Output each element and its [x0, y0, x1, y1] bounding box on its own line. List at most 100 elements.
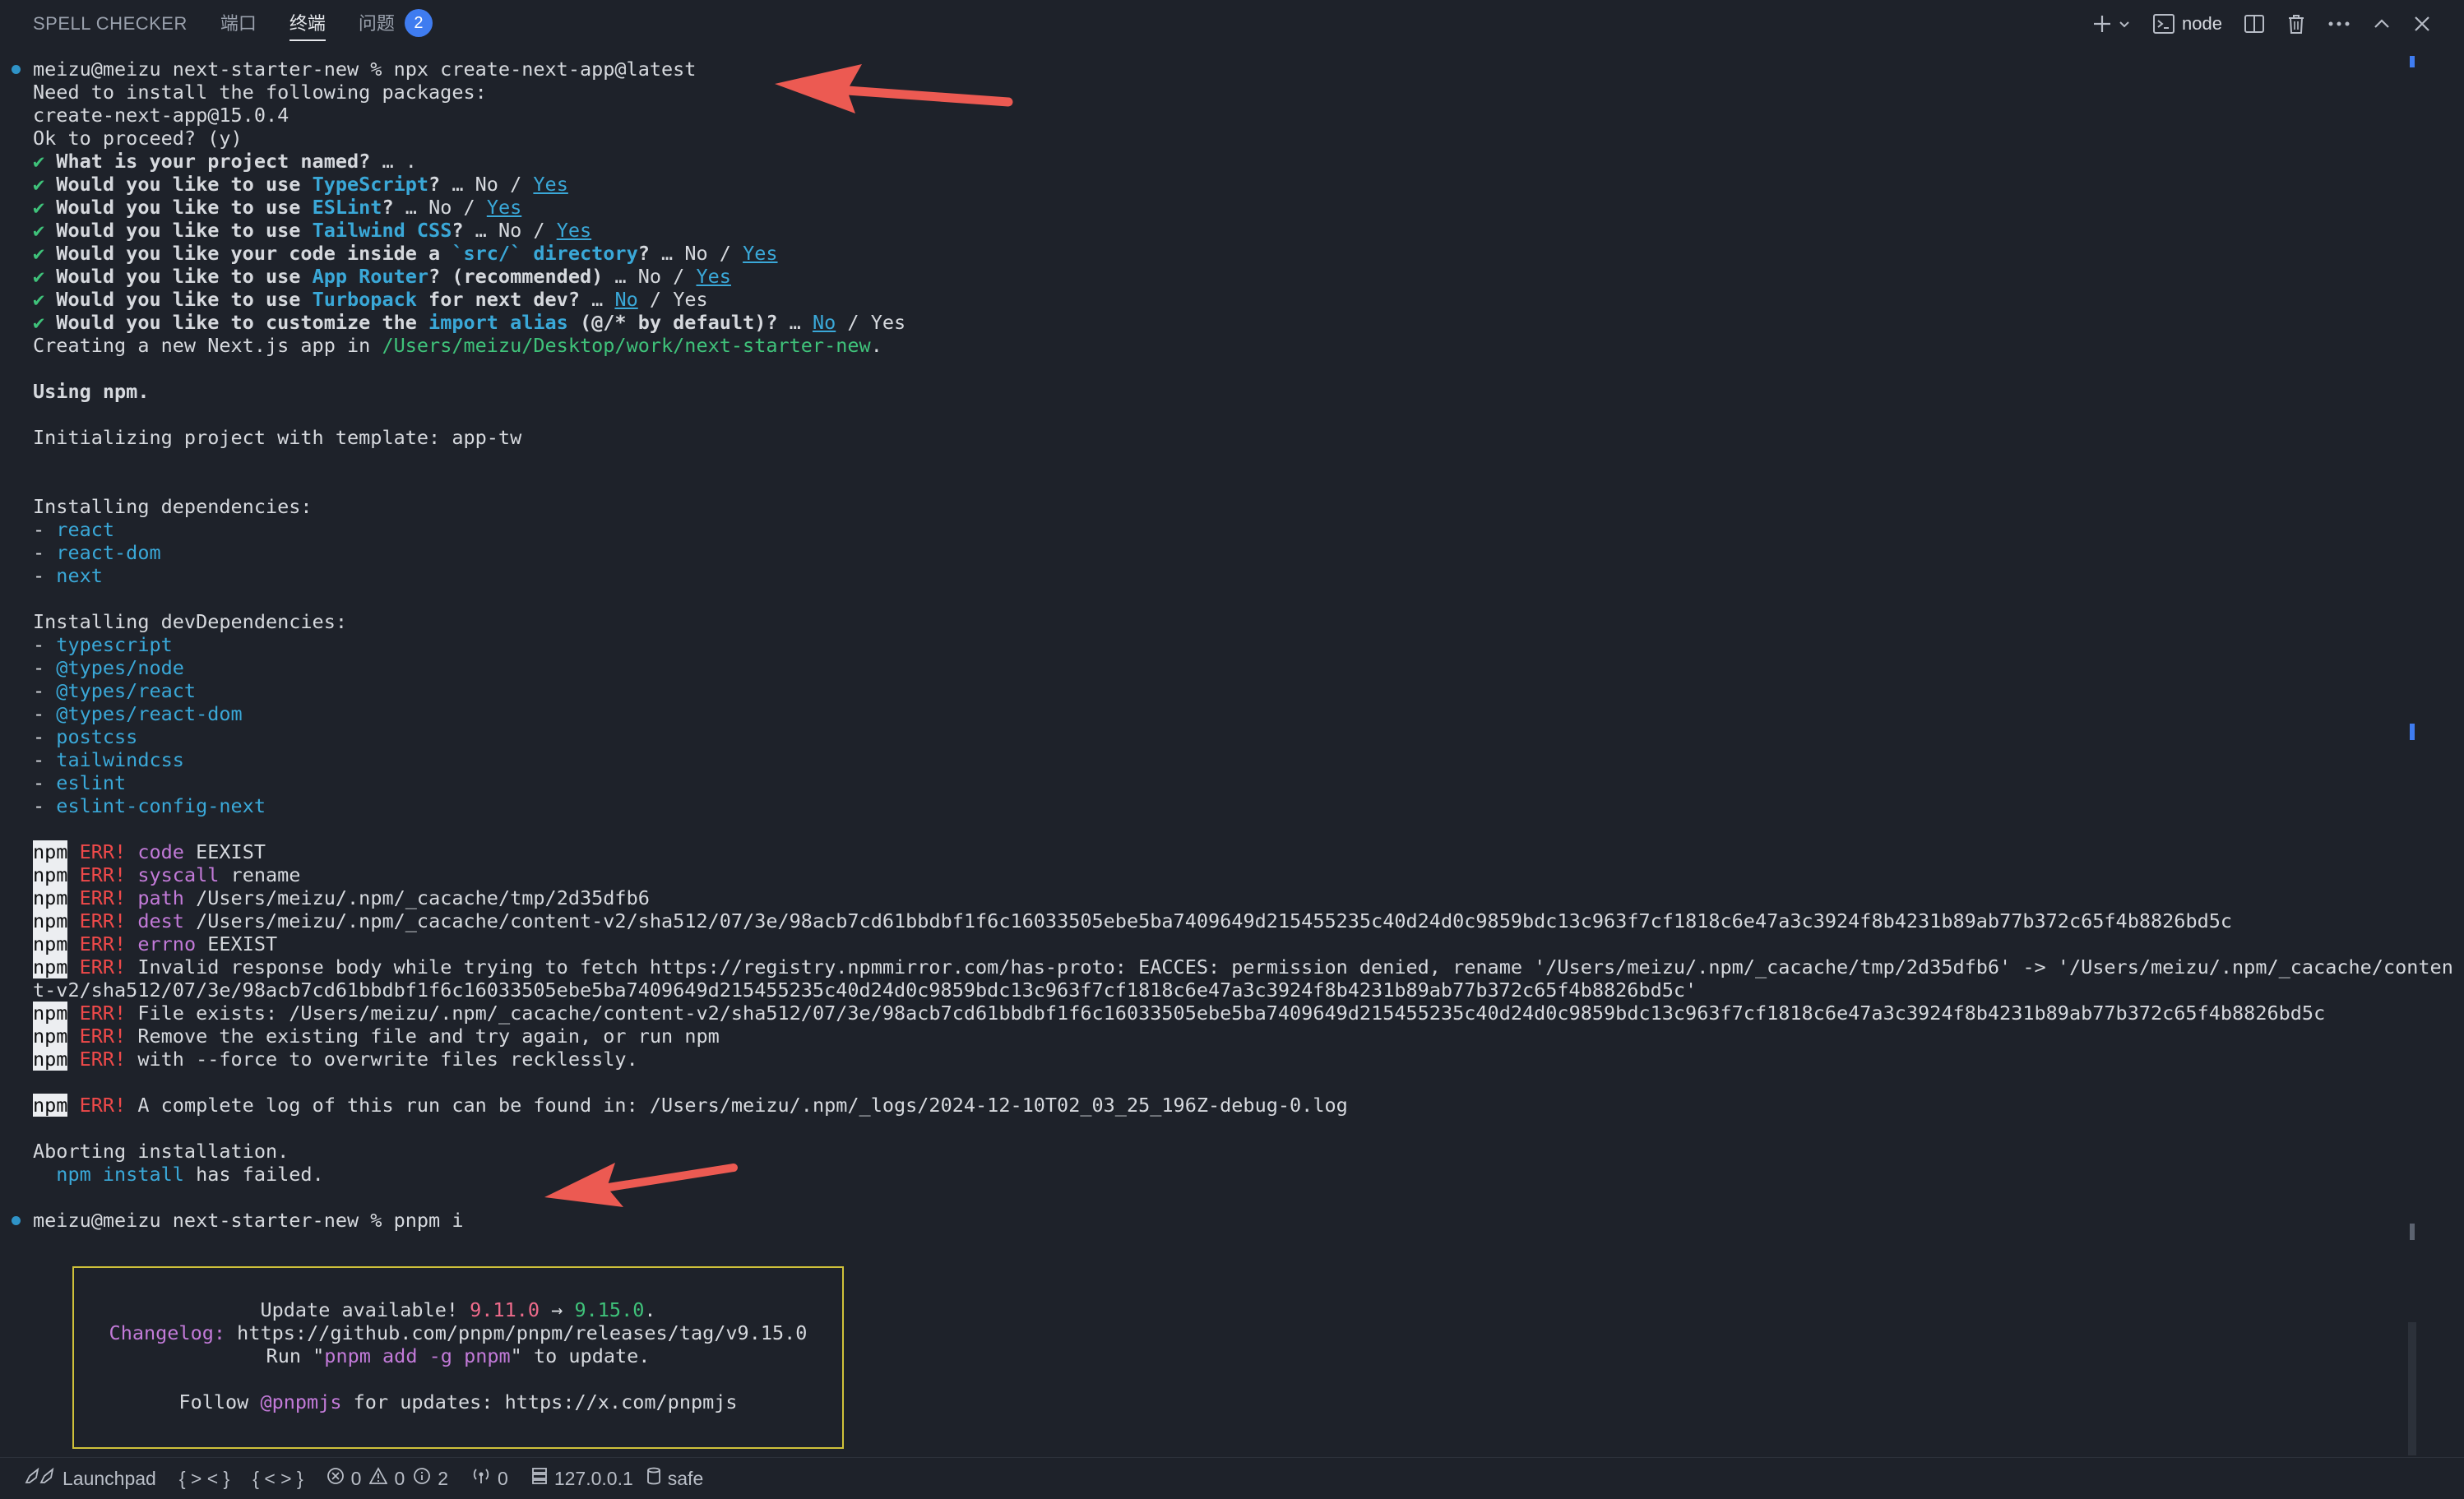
- host-address: 127.0.0.1: [553, 1467, 633, 1489]
- server-icon: [531, 1467, 548, 1490]
- tab-terminal[interactable]: 终端: [289, 0, 326, 48]
- error-icon: [327, 1467, 345, 1490]
- npm-error-line: npm ERR! Remove the existing file and tr…: [33, 1025, 720, 1048]
- braces-label: { > < }: [178, 1467, 230, 1489]
- terminal-line: create-next-app@15.0.4: [33, 104, 289, 127]
- chevron-down-icon[interactable]: [2118, 17, 2131, 30]
- changelog-line: Changelog: https://github.com/pnpm/pnpm/…: [109, 1321, 808, 1344]
- tab-spell-checker[interactable]: SPELL CHECKER: [33, 0, 188, 48]
- npm-error-line: t-v2/sha512/07/3e/98acb7cd61bbdbf1f6c160…: [33, 979, 1697, 1002]
- problems-item[interactable]: 0 0 2: [327, 1467, 448, 1490]
- tab-problems[interactable]: 问题 2: [359, 0, 433, 48]
- scrollbar-marker: [2410, 56, 2415, 67]
- braces-label: { < > }: [252, 1467, 303, 1489]
- tab-problems-label: 问题: [358, 13, 395, 34]
- npm-error-line: npm ERR! Invalid response body while try…: [33, 955, 2453, 979]
- terminal-icon: [2152, 13, 2175, 35]
- close-panel-button[interactable]: [2413, 15, 2431, 33]
- ports-count: 0: [498, 1467, 508, 1489]
- safe-label: safe: [667, 1467, 704, 1489]
- npm-error-line: npm ERR! with --force to overwrite files…: [33, 1048, 638, 1071]
- pnpm-update-box: Update available! 9.11.0 → 9.15.0. Chang…: [72, 1266, 844, 1449]
- status-bar: Launchpad { > < } { < > } 0 0 2 0 127.0.…: [0, 1457, 2464, 1499]
- terminal-name: node: [2182, 13, 2222, 34]
- terminal-scrollbar-track[interactable]: [2408, 1322, 2416, 1455]
- maximize-panel-button[interactable]: [2372, 14, 2392, 34]
- terminal-command-line: meizu@meizu next-starter-new % npx creat…: [33, 58, 697, 81]
- npm-error-line: npm ERR! File exists: /Users/meizu/.npm/…: [33, 1002, 2326, 1025]
- braces-item[interactable]: { < > }: [252, 1468, 303, 1490]
- npm-error-line: npm ERR! code EEXIST: [33, 840, 266, 863]
- npm-error-line: npm ERR! syscall rename: [33, 863, 301, 886]
- dependency-item: - next: [33, 564, 103, 587]
- terminal-selector[interactable]: node: [2152, 0, 2222, 48]
- close-icon: [2413, 15, 2431, 33]
- safe-item[interactable]: safe: [646, 1467, 703, 1490]
- npm-error-line: npm ERR! path /Users/meizu/.npm/_cacache…: [33, 886, 650, 909]
- launchpad-label: Launchpad: [63, 1467, 156, 1489]
- split-icon: [2244, 13, 2265, 35]
- terminal-line: npm install has failed.: [56, 1163, 324, 1186]
- terminal-command-line: meizu@meizu next-starter-new % pnpm i: [33, 1209, 464, 1232]
- update-command-line: Run "pnpm add -g pnpm" to update.: [266, 1344, 651, 1367]
- terminal-line: Initializing project with template: app-…: [33, 426, 522, 449]
- terminal-line: Using npm.: [33, 380, 150, 403]
- npm-error-line: npm ERR! dest /Users/meizu/.npm/_cacache…: [33, 909, 2233, 932]
- dependency-item: - react: [33, 518, 115, 541]
- terminal-line: Creating a new Next.js app in /Users/mei…: [33, 334, 882, 357]
- trash-icon: [2286, 13, 2306, 35]
- database-icon: [646, 1467, 661, 1490]
- dependency-item: - @types/react: [33, 679, 197, 702]
- terminal-line: Installing dependencies:: [33, 495, 313, 518]
- prompt-answer-line: ✔ Would you like to use ESLint? … No / Y…: [33, 196, 522, 219]
- prompt-answer-line: ✔ What is your project named? … .: [33, 150, 417, 173]
- warning-icon: [368, 1467, 388, 1490]
- scrollbar-marker: [2410, 724, 2415, 740]
- prompt-answer-line: ✔ Would you like to use Turbopack for ne…: [33, 288, 708, 311]
- terminal-line: Ok to proceed? (y): [33, 127, 243, 150]
- command-decoration-dot[interactable]: [12, 65, 21, 74]
- dependency-item: - eslint-config-next: [33, 794, 266, 817]
- dependency-item: - typescript: [33, 633, 173, 656]
- error-count: 0: [350, 1467, 362, 1489]
- follow-line: Follow @pnpmjs for updates: https://x.co…: [178, 1390, 738, 1413]
- panel-header: SPELL CHECKER 端口 终端 问题 2 node: [0, 0, 2464, 48]
- info-icon: [413, 1467, 431, 1490]
- chevron-up-icon: [2372, 14, 2392, 34]
- braces-item[interactable]: { > < }: [179, 1468, 229, 1490]
- terminal-line: Need to install the following packages:: [33, 81, 487, 104]
- dependency-item: - @types/node: [33, 656, 184, 679]
- rocket-icon: [23, 1466, 56, 1491]
- dependency-item: - react-dom: [33, 541, 161, 564]
- update-available-line: Update available! 9.11.0 → 9.15.0.: [260, 1298, 656, 1321]
- prompt-answer-line: ✔ Would you like to use Tailwind CSS? … …: [33, 219, 592, 242]
- panel-actions: node: [2091, 0, 2431, 48]
- problems-count-badge: 2: [404, 9, 433, 38]
- tab-ports[interactable]: 端口: [220, 0, 257, 48]
- launchpad-item[interactable]: Launchpad: [23, 1466, 156, 1491]
- dependency-item: - postcss: [33, 725, 138, 748]
- dependency-item: - @types/react-dom: [33, 702, 243, 725]
- scrollbar-marker: [2410, 1224, 2415, 1240]
- ports-item[interactable]: 0: [471, 1467, 508, 1490]
- dependency-item: - eslint: [33, 771, 127, 794]
- new-terminal-button[interactable]: [2091, 13, 2131, 35]
- broadcast-icon: [471, 1467, 491, 1490]
- prompt-answer-line: ✔ Would you like to customize the import…: [33, 311, 906, 334]
- terminal-output[interactable]: meizu@meizu next-starter-new % npx creat…: [0, 48, 2453, 1455]
- more-actions-button[interactable]: [2327, 21, 2351, 27]
- kill-terminal-button[interactable]: [2286, 13, 2306, 35]
- prompt-answer-line: ✔ Would you like to use App Router? (rec…: [33, 265, 731, 288]
- terminal-line: Aborting installation.: [33, 1140, 289, 1163]
- dependency-item: - tailwindcss: [33, 748, 184, 771]
- command-decoration-dot[interactable]: [12, 1216, 21, 1225]
- prompt-answer-line: ✔ Would you like to use TypeScript? … No…: [33, 173, 568, 196]
- npm-error-line: npm ERR! A complete log of this run can …: [33, 1094, 1348, 1117]
- split-terminal-button[interactable]: [2244, 13, 2265, 35]
- host-item[interactable]: 127.0.0.1: [531, 1467, 633, 1490]
- terminal-line: Installing devDependencies:: [33, 610, 348, 633]
- warning-count: 0: [394, 1467, 405, 1489]
- info-count: 2: [438, 1467, 449, 1489]
- prompt-answer-line: ✔ Would you like your code inside a `src…: [33, 242, 778, 265]
- plus-icon: [2091, 13, 2113, 35]
